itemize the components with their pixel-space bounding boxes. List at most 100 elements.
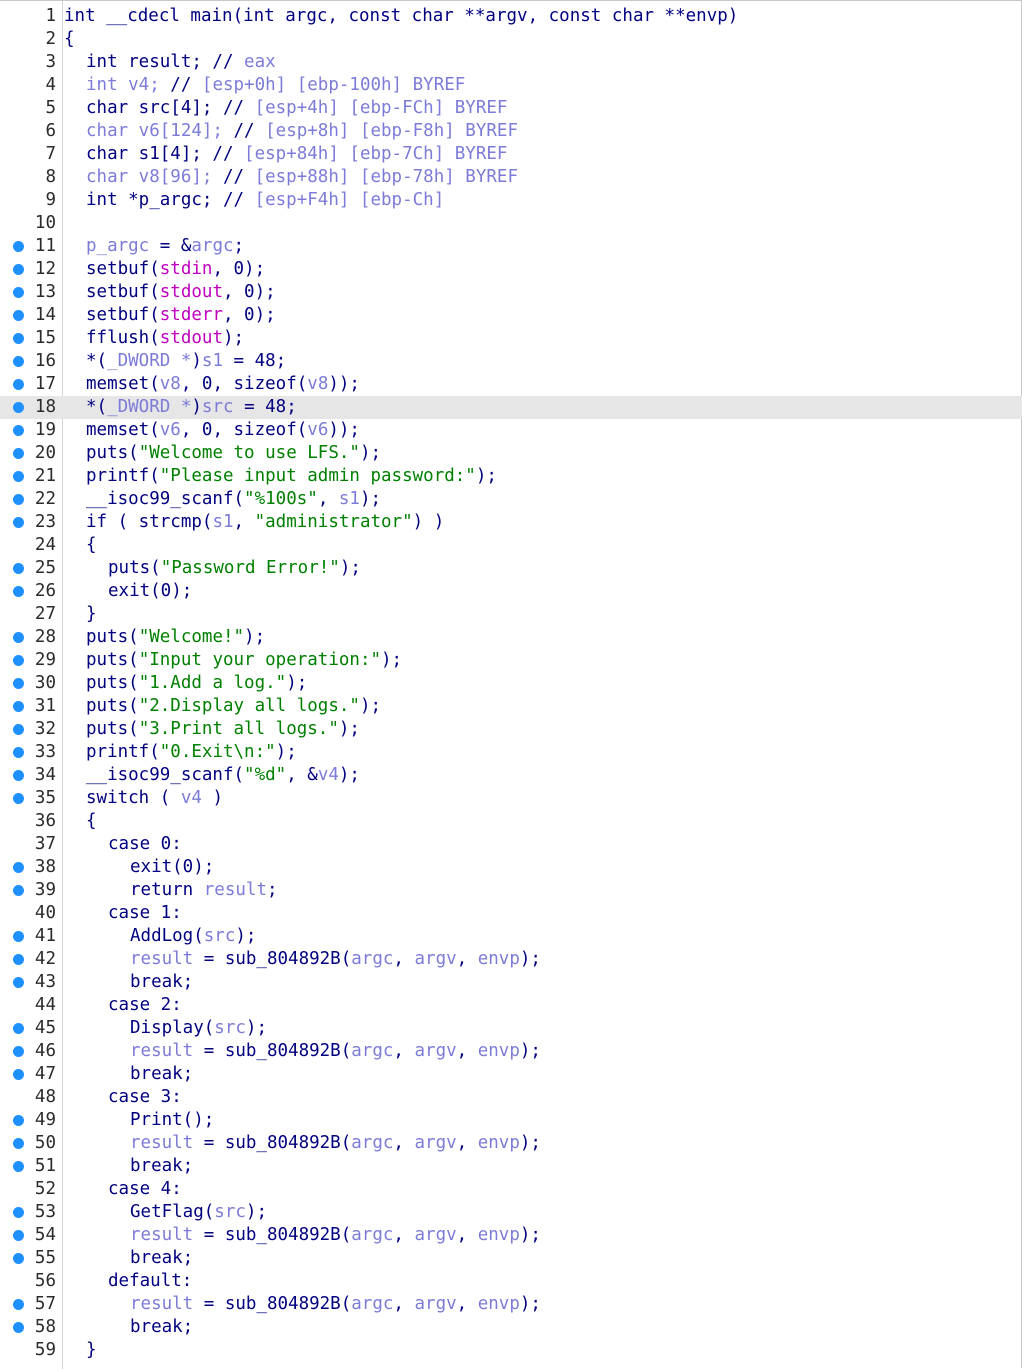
code-line[interactable]: 8 char v8[96]; // [esp+88h] [ebp-78h] BYR…	[0, 166, 1022, 189]
pseudocode-view[interactable]: 1 int __cdecl main(int argc, const char *…	[0, 0, 1022, 1369]
breakpoint-dot-icon[interactable]	[13, 402, 24, 413]
code-line[interactable]: 20 puts("Welcome to use LFS.");	[0, 442, 1022, 465]
code-line[interactable]: 51 break;	[0, 1155, 1022, 1178]
code-line[interactable]: 10	[0, 212, 1022, 235]
breakpoint-dot-icon[interactable]	[13, 1046, 24, 1057]
breakpoint-dot-icon[interactable]	[13, 448, 24, 459]
code-line[interactable]: 26 exit(0);	[0, 580, 1022, 603]
code-line[interactable]: 39 return result;	[0, 879, 1022, 902]
breakpoint-dot-icon[interactable]	[13, 793, 24, 804]
code-line[interactable]: 57 result = sub_804892B(argc, argv, envp)…	[0, 1293, 1022, 1316]
line-number: 37	[34, 834, 56, 854]
code-line[interactable]: 28 puts("Welcome!");	[0, 626, 1022, 649]
code-line[interactable]: 44 case 2:	[0, 994, 1022, 1017]
breakpoint-dot-icon[interactable]	[13, 885, 24, 896]
code-line[interactable]: 59}	[0, 1339, 1022, 1362]
code-line[interactable]: 42 result = sub_804892B(argc, argv, envp)…	[0, 948, 1022, 971]
code-line[interactable]: 4 int v4; // [esp+0h] [ebp-100h] BYREF	[0, 74, 1022, 97]
breakpoint-dot-icon[interactable]	[13, 1023, 24, 1034]
code-line[interactable]: 14 setbuf(stderr, 0);	[0, 304, 1022, 327]
code-line[interactable]: 2{	[0, 28, 1022, 51]
breakpoint-dot-icon[interactable]	[13, 1322, 24, 1333]
breakpoint-dot-icon[interactable]	[13, 264, 24, 275]
code-line[interactable]: 50 result = sub_804892B(argc, argv, envp)…	[0, 1132, 1022, 1155]
code-line[interactable]: 17 memset(v8, 0, sizeof(v8));	[0, 373, 1022, 396]
breakpoint-dot-icon[interactable]	[13, 678, 24, 689]
breakpoint-dot-icon[interactable]	[13, 1299, 24, 1310]
breakpoint-dot-icon[interactable]	[13, 333, 24, 344]
code-line[interactable]: 52 case 4:	[0, 1178, 1022, 1201]
code-line[interactable]: 58 break;	[0, 1316, 1022, 1339]
breakpoint-dot-icon[interactable]	[13, 862, 24, 873]
code-line[interactable]: 19 memset(v6, 0, sizeof(v6));	[0, 419, 1022, 442]
code-line[interactable]: 23 if ( strcmp(s1, "administrator") )	[0, 511, 1022, 534]
breakpoint-dot-icon[interactable]	[13, 586, 24, 597]
breakpoint-dot-icon[interactable]	[13, 701, 24, 712]
code-line[interactable]: 49 Print();	[0, 1109, 1022, 1132]
breakpoint-dot-icon[interactable]	[13, 517, 24, 528]
breakpoint-dot-icon[interactable]	[13, 1207, 24, 1218]
breakpoint-dot-icon[interactable]	[13, 1230, 24, 1241]
breakpoint-dot-icon[interactable]	[13, 747, 24, 758]
code-line[interactable]: 48 case 3:	[0, 1086, 1022, 1109]
code-line[interactable]: 45 Display(src);	[0, 1017, 1022, 1040]
breakpoint-dot-icon[interactable]	[13, 287, 24, 298]
code-line[interactable]: 47 break;	[0, 1063, 1022, 1086]
code-line[interactable]: 32 puts("3.Print all logs.");	[0, 718, 1022, 741]
code-line[interactable]: 34 __isoc99_scanf("%d", &v4);	[0, 764, 1022, 787]
code-line[interactable]: 16 *(_DWORD *)s1 = 48;	[0, 350, 1022, 373]
breakpoint-dot-icon[interactable]	[13, 977, 24, 988]
code-line[interactable]: 3 int result; // eax	[0, 51, 1022, 74]
breakpoint-dot-icon[interactable]	[13, 379, 24, 390]
code-line[interactable]: 36 {	[0, 810, 1022, 833]
code-line[interactable]: 35 switch ( v4 )	[0, 787, 1022, 810]
code-line[interactable]: 31 puts("2.Display all logs.");	[0, 695, 1022, 718]
code-line[interactable]: 41 AddLog(src);	[0, 925, 1022, 948]
code-line[interactable]: 43 break;	[0, 971, 1022, 994]
code-line[interactable]: 1 int __cdecl main(int argc, const char *…	[0, 5, 1022, 28]
code-line[interactable]: 21 printf("Please input admin password:")…	[0, 465, 1022, 488]
breakpoint-dot-icon[interactable]	[13, 1138, 24, 1149]
code-line[interactable]: 27}	[0, 603, 1022, 626]
code-line[interactable]: 6 char v6[124]; // [esp+8h] [ebp-F8h] BYR…	[0, 120, 1022, 143]
code-line[interactable]: 24 {	[0, 534, 1022, 557]
breakpoint-dot-icon[interactable]	[13, 632, 24, 643]
breakpoint-dot-icon[interactable]	[13, 494, 24, 505]
code-line[interactable]: 40 case 1:	[0, 902, 1022, 925]
code-line[interactable]: 53 GetFlag(src);	[0, 1201, 1022, 1224]
breakpoint-dot-icon[interactable]	[13, 425, 24, 436]
code-line[interactable]: 15 fflush(stdout);	[0, 327, 1022, 350]
code-line[interactable]: 55 break;	[0, 1247, 1022, 1270]
code-line[interactable]: 38 exit(0);	[0, 856, 1022, 879]
breakpoint-dot-icon[interactable]	[13, 954, 24, 965]
code-line[interactable]: 25 puts("Password Error!");	[0, 557, 1022, 580]
code-line[interactable]: 18 *(_DWORD *)src = 48;	[0, 396, 1022, 419]
code-line[interactable]: 46 result = sub_804892B(argc, argv, envp)…	[0, 1040, 1022, 1063]
breakpoint-dot-icon[interactable]	[13, 356, 24, 367]
breakpoint-dot-icon[interactable]	[13, 655, 24, 666]
code-line[interactable]: 30 puts("1.Add a log.");	[0, 672, 1022, 695]
code-line[interactable]: 33 printf("0.Exit\n:");	[0, 741, 1022, 764]
code-line[interactable]: 11 p_argc = &argc;	[0, 235, 1022, 258]
code-line[interactable]: 13 setbuf(stdout, 0);	[0, 281, 1022, 304]
code-line[interactable]: 37 case 0:	[0, 833, 1022, 856]
breakpoint-dot-icon[interactable]	[13, 770, 24, 781]
breakpoint-dot-icon[interactable]	[13, 1253, 24, 1264]
breakpoint-dot-icon[interactable]	[13, 471, 24, 482]
code-line[interactable]: 54 result = sub_804892B(argc, argv, envp)…	[0, 1224, 1022, 1247]
breakpoint-dot-icon[interactable]	[13, 1161, 24, 1172]
code-line[interactable]: 12 setbuf(stdin, 0);	[0, 258, 1022, 281]
code-line[interactable]: 5 char src[4]; // [esp+4h] [ebp-FCh] BYRE…	[0, 97, 1022, 120]
code-line[interactable]: 9 int *p_argc; // [esp+F4h] [ebp-Ch]	[0, 189, 1022, 212]
code-line[interactable]: 56 default:	[0, 1270, 1022, 1293]
breakpoint-dot-icon[interactable]	[13, 1115, 24, 1126]
breakpoint-dot-icon[interactable]	[13, 563, 24, 574]
breakpoint-dot-icon[interactable]	[13, 1069, 24, 1080]
code-line[interactable]: 29 puts("Input your operation:");	[0, 649, 1022, 672]
breakpoint-dot-icon[interactable]	[13, 241, 24, 252]
code-line[interactable]: 22 __isoc99_scanf("%100s", s1);	[0, 488, 1022, 511]
breakpoint-dot-icon[interactable]	[13, 310, 24, 321]
breakpoint-dot-icon[interactable]	[13, 931, 24, 942]
breakpoint-dot-icon[interactable]	[13, 724, 24, 735]
code-line[interactable]: 7 char s1[4]; // [esp+84h] [ebp-7Ch] BYRE…	[0, 143, 1022, 166]
